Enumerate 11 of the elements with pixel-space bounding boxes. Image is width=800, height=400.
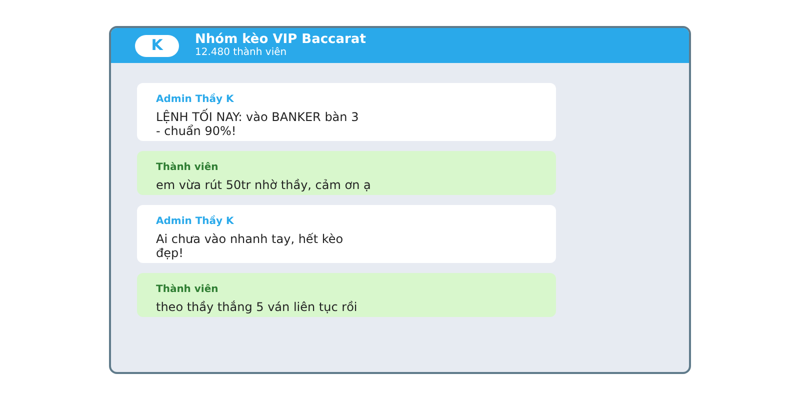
message-text: em vừa rút 50tr nhờ thầy, cảm ơn ạ — [156, 178, 372, 192]
message-text: theo thầy thắng 5 ván liên tục rồi — [156, 300, 358, 314]
member-count: 12.480 thành viên — [195, 48, 288, 58]
sender-name: Admin Thầy K — [156, 214, 235, 229]
message-text: LỆNH TỐI NAY: vào BANKER bàn 3 - chuẩn 90%! — [156, 110, 360, 138]
message-text: Ai chưa vào nhanh tay, hết kèo đẹp! — [156, 232, 344, 260]
sender-name: Thành viên — [156, 161, 220, 175]
sender-name: Thành viên — [156, 283, 220, 297]
avatar: K — [135, 34, 179, 56]
sender-name: Admin Thầy K — [156, 92, 235, 107]
group-title: Nhóm kèo VIP Baccarat — [195, 33, 366, 46]
